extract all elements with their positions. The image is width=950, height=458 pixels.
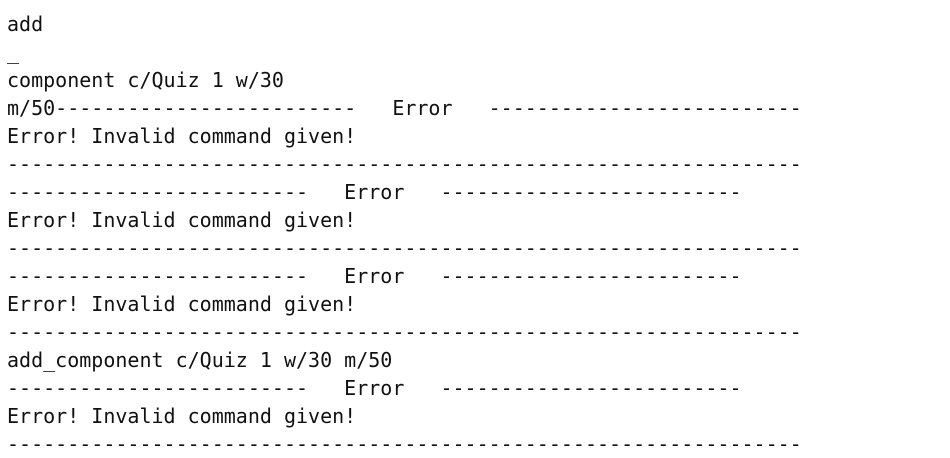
divider-line: ----------------------------------------… bbox=[7, 152, 802, 176]
error-message: Error! Invalid command given! bbox=[7, 124, 357, 148]
error-header-line: ------------------------- Error --------… bbox=[7, 376, 742, 400]
terminal-output: add _ component c/Quiz 1 w/30 m/50------… bbox=[7, 10, 943, 458]
input-line: add bbox=[7, 12, 44, 36]
input-line: component c/Quiz 1 w/30 bbox=[7, 68, 284, 92]
error-header-line: ------------------------- Error --------… bbox=[7, 264, 742, 288]
error-message: Error! Invalid command given! bbox=[7, 292, 357, 316]
error-header-line: m/50------------------------- Error ----… bbox=[7, 96, 802, 120]
divider-line: ----------------------------------------… bbox=[7, 320, 802, 344]
error-message: Error! Invalid command given! bbox=[7, 404, 357, 428]
error-header-line: ------------------------- Error --------… bbox=[7, 180, 742, 204]
cursor-line: _ bbox=[7, 40, 20, 64]
divider-line: ----------------------------------------… bbox=[7, 236, 802, 260]
input-line: add_component c/Quiz 1 w/30 m/50 bbox=[7, 348, 393, 372]
error-message: Error! Invalid command given! bbox=[7, 208, 357, 232]
